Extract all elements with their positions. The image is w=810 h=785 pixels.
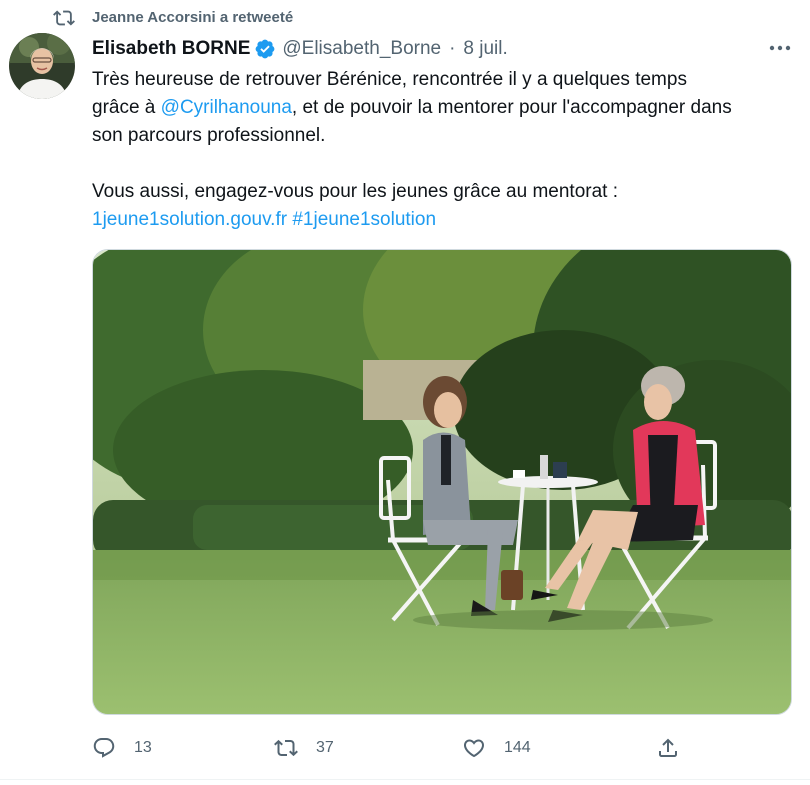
tweet-line-3: son parcours professionnel. — [92, 125, 326, 146]
share-button[interactable] — [656, 734, 680, 762]
author-handle[interactable]: @Elisabeth_Borne — [282, 38, 441, 60]
more-options-icon[interactable] — [766, 38, 794, 58]
tweet-header: Elisabeth BORNE @Elisabeth_Borne · 8 jui… — [92, 35, 508, 63]
tweet-line-4: Vous aussi, engagez-vous pour les jeunes… — [92, 181, 618, 202]
divider — [0, 779, 810, 780]
separator-dot: · — [449, 38, 456, 59]
tweet-photo[interactable] — [92, 249, 792, 715]
retweet-button[interactable]: 37 — [274, 734, 334, 762]
like-button[interactable]: 144 — [462, 734, 531, 762]
tweet-text-part: grâce à — [92, 97, 161, 118]
like-count: 144 — [504, 739, 531, 756]
tweet-line-2: grâce à @Cyrilhanouna, et de pouvoir la … — [92, 94, 792, 122]
avatar[interactable] — [9, 33, 75, 99]
mention-link[interactable]: @Cyrilhanouna — [161, 97, 292, 118]
heart-icon — [463, 739, 485, 758]
tweet-date[interactable]: 8 juil. — [463, 38, 507, 60]
retweet-icon — [274, 739, 298, 757]
tweet-actions: 13 37 144 — [92, 734, 792, 762]
tweet-line-5: 1jeune1solution.gouv.fr #1jeune1solution — [92, 206, 792, 234]
verified-badge-icon — [254, 38, 276, 60]
retweet-count: 37 — [316, 739, 334, 756]
tweet-text-part: , et de pouvoir la mentorer pour l'accom… — [291, 97, 732, 118]
tweet-line-1: Très heureuse de retrouver Bérénice, ren… — [92, 69, 687, 90]
tweet-text: Très heureuse de retrouver Bérénice, ren… — [92, 66, 792, 234]
hashtag-link[interactable]: #1jeune1solution — [292, 209, 436, 230]
reply-count: 13 — [134, 739, 152, 756]
reply-icon — [93, 738, 115, 758]
share-icon — [659, 738, 677, 757]
retweet-indicator: Jeanne Accorsini a retweeté — [52, 7, 293, 29]
reply-button[interactable]: 13 — [92, 734, 152, 762]
url-link[interactable]: 1jeune1solution.gouv.fr — [92, 209, 287, 230]
retweeted-by-label[interactable]: Jeanne Accorsini a retweeté — [92, 9, 293, 26]
retweet-icon — [53, 10, 75, 26]
author-name[interactable]: Elisabeth BORNE — [92, 38, 250, 60]
